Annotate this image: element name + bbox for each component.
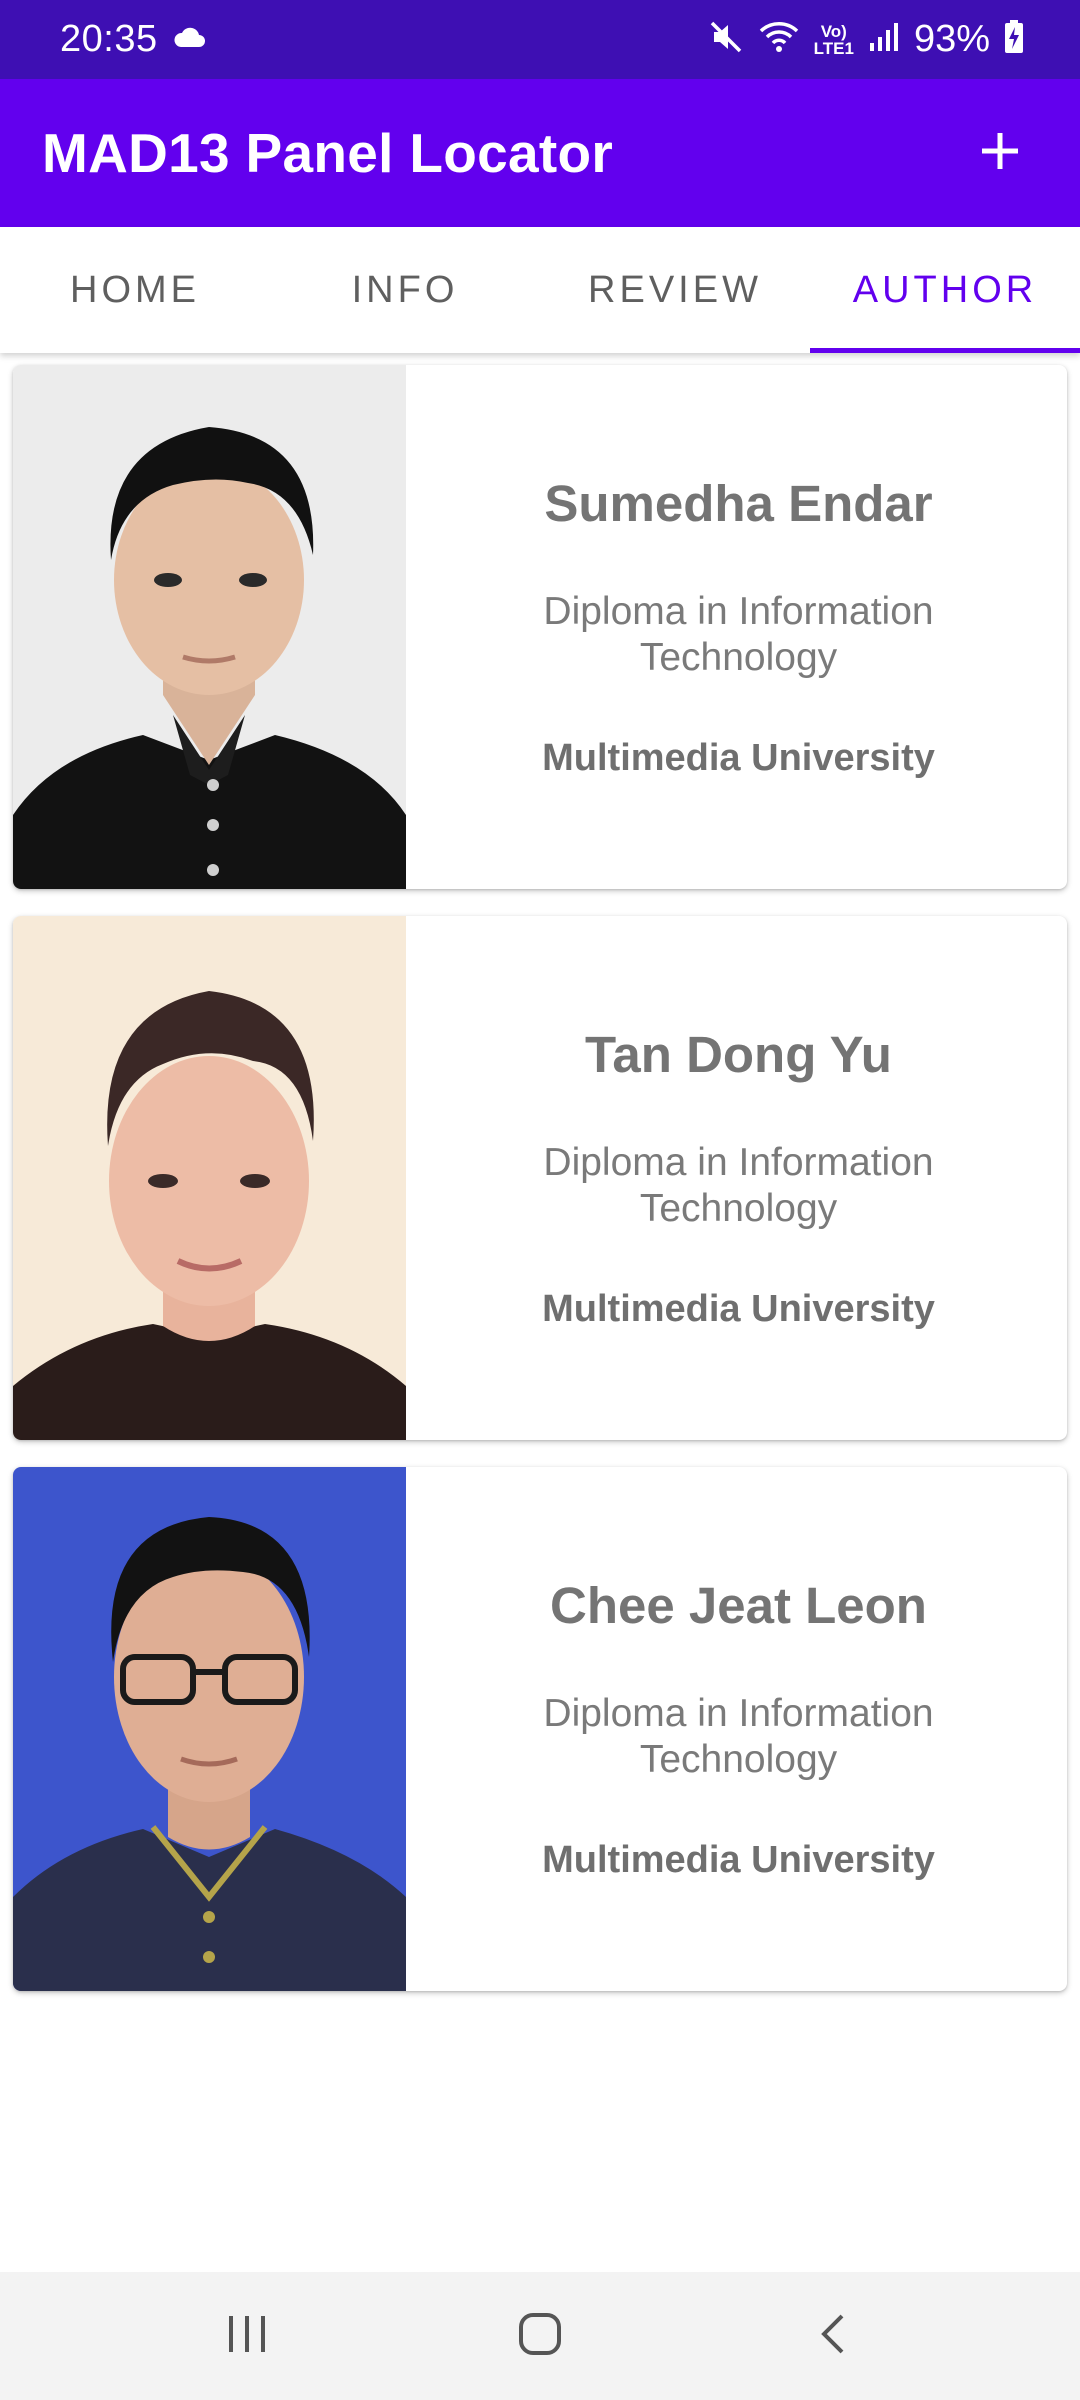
- tab-label: REVIEW: [588, 268, 762, 311]
- active-tab-indicator: [810, 348, 1080, 353]
- author-info: Chee Jeat Leon Diploma in Information Te…: [406, 1467, 1067, 1991]
- tab-label: AUTHOR: [852, 268, 1038, 311]
- author-name: Sumedha Endar: [544, 475, 933, 532]
- cloud-icon: [172, 26, 206, 53]
- status-left: 20:35: [60, 18, 206, 61]
- status-time: 20:35: [60, 18, 158, 60]
- lte-label: LTE1: [813, 38, 854, 58]
- author-photo: [13, 916, 406, 1440]
- app-bar: MAD13 Panel Locator: [0, 79, 1080, 227]
- signal-icon: [868, 21, 900, 58]
- tab-label: HOME: [70, 268, 200, 311]
- author-university: Multimedia University: [542, 1288, 935, 1330]
- battery-percent: 93%: [913, 18, 990, 60]
- tab-label: INFO: [351, 268, 459, 311]
- author-photo: [13, 1467, 406, 1991]
- wifi-icon: [758, 19, 800, 60]
- author-card: Sumedha Endar Diploma in Information Tec…: [13, 365, 1067, 889]
- author-course: Diploma in Information Technology: [543, 1141, 934, 1230]
- author-course: Diploma in Information Technology: [543, 590, 934, 679]
- app-title: MAD13 Panel Locator: [42, 122, 614, 184]
- author-university: Multimedia University: [542, 1839, 935, 1881]
- home-icon: [517, 2311, 563, 2362]
- tab-info[interactable]: INFO: [270, 227, 540, 353]
- back-icon: [818, 2312, 848, 2361]
- tab-home[interactable]: HOME: [0, 227, 270, 353]
- tab-review[interactable]: REVIEW: [540, 227, 810, 353]
- author-info: Sumedha Endar Diploma in Information Tec…: [406, 365, 1067, 889]
- author-name: Tan Dong Yu: [585, 1026, 892, 1083]
- author-name: Chee Jeat Leon: [550, 1577, 927, 1634]
- tab-bar: HOME INFO REVIEW AUTHOR: [0, 227, 1080, 353]
- battery-charging-icon: [1004, 20, 1024, 59]
- network-type-label: Vo) LTE1: [814, 23, 854, 57]
- author-card: Chee Jeat Leon Diploma in Information Te…: [13, 1467, 1067, 1991]
- recent-apps-icon: [225, 2314, 269, 2359]
- status-bar: 20:35 Vo) LTE1 93%: [0, 0, 1080, 79]
- author-list: Sumedha Endar Diploma in Information Tec…: [13, 365, 1067, 2018]
- mute-icon: [708, 19, 744, 60]
- add-button[interactable]: [960, 113, 1040, 193]
- tab-author[interactable]: AUTHOR: [810, 227, 1080, 353]
- author-university: Multimedia University: [542, 737, 935, 779]
- author-card: Tan Dong Yu Diploma in Information Techn…: [13, 916, 1067, 1440]
- recent-apps-button[interactable]: [187, 2286, 307, 2386]
- plus-icon: [980, 131, 1020, 176]
- status-right: Vo) LTE1 93%: [708, 18, 1024, 61]
- system-nav-bar: [0, 2272, 1080, 2400]
- back-button[interactable]: [773, 2286, 893, 2386]
- home-button[interactable]: [480, 2286, 600, 2386]
- author-photo: [13, 365, 406, 889]
- author-course: Diploma in Information Technology: [543, 1692, 934, 1781]
- author-info: Tan Dong Yu Diploma in Information Techn…: [406, 916, 1067, 1440]
